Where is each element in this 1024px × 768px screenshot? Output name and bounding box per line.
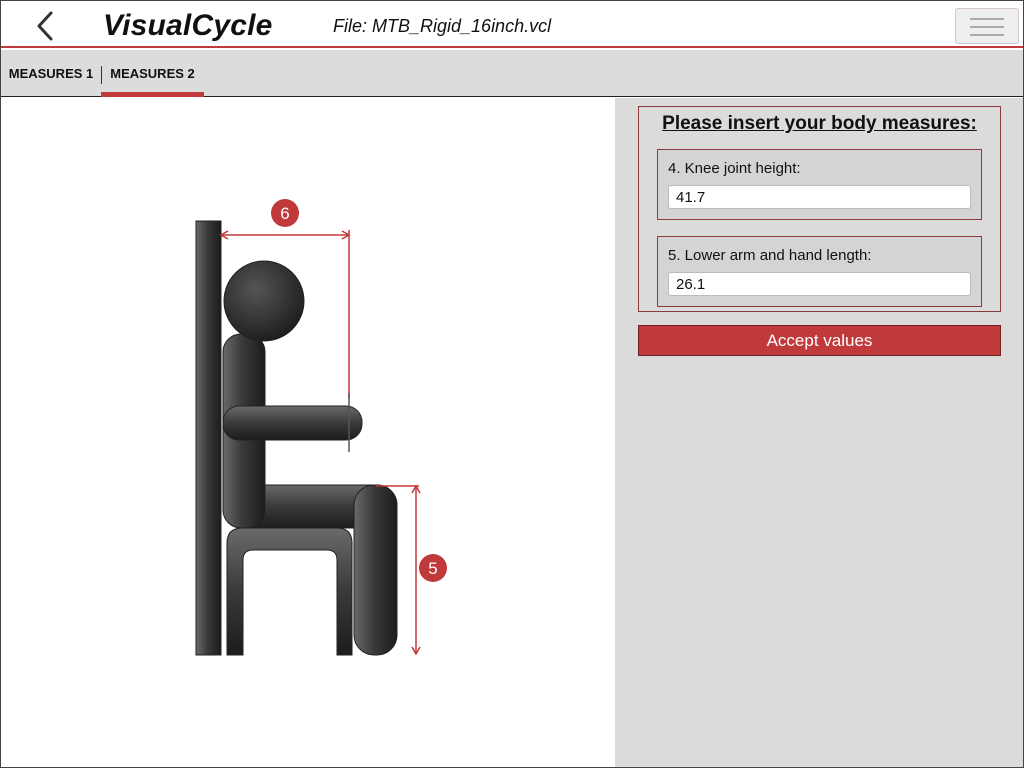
top-bar: VisualCycle File: MTB_Rigid_16inch.vcl xyxy=(1,1,1023,48)
seated-person-diagram: 6 5 xyxy=(195,199,447,656)
knee-height-field: 4. Knee joint height: xyxy=(657,149,982,220)
arm-length-field: 5. Lower arm and hand length: xyxy=(657,236,982,307)
head xyxy=(223,260,305,342)
back-button[interactable] xyxy=(29,9,63,43)
tab-measures-2[interactable]: MEASURES 2 xyxy=(101,50,204,97)
active-tab-indicator xyxy=(101,92,204,97)
form-title: Please insert your body measures: xyxy=(662,113,977,134)
app-title: VisualCycle xyxy=(103,9,273,42)
measure-6-label: 6 xyxy=(280,204,289,223)
knee-height-label: 4. Knee joint height: xyxy=(668,160,801,177)
lower-leg xyxy=(353,484,398,656)
tab-measures-1[interactable]: MEASURES 1 xyxy=(1,50,101,97)
hamburger-icon xyxy=(970,18,1004,20)
menu-button[interactable] xyxy=(955,8,1019,44)
body-measure-illustration: 6 5 xyxy=(1,98,615,767)
tab-label: MEASURES 2 xyxy=(110,66,195,81)
chair-back xyxy=(195,220,222,656)
file-name: File: MTB_Rigid_16inch.vcl xyxy=(333,16,552,36)
chevron-left-icon xyxy=(37,11,53,41)
body-measures-form: Please insert your body measures: 4. Kne… xyxy=(638,106,1001,312)
measure-5-label: 5 xyxy=(428,559,437,578)
arm-length-input[interactable] xyxy=(668,272,971,296)
knee-height-input[interactable] xyxy=(668,185,971,209)
accept-values-button[interactable]: Accept values xyxy=(638,325,1001,356)
forearm xyxy=(222,405,363,441)
tab-bar: MEASURES 1 MEASURES 2 xyxy=(1,50,1023,97)
chair-seat xyxy=(226,527,353,656)
arm-length-label: 5. Lower arm and hand length: xyxy=(668,247,872,264)
measures-panel: Please insert your body measures: 4. Kne… xyxy=(615,98,1023,767)
